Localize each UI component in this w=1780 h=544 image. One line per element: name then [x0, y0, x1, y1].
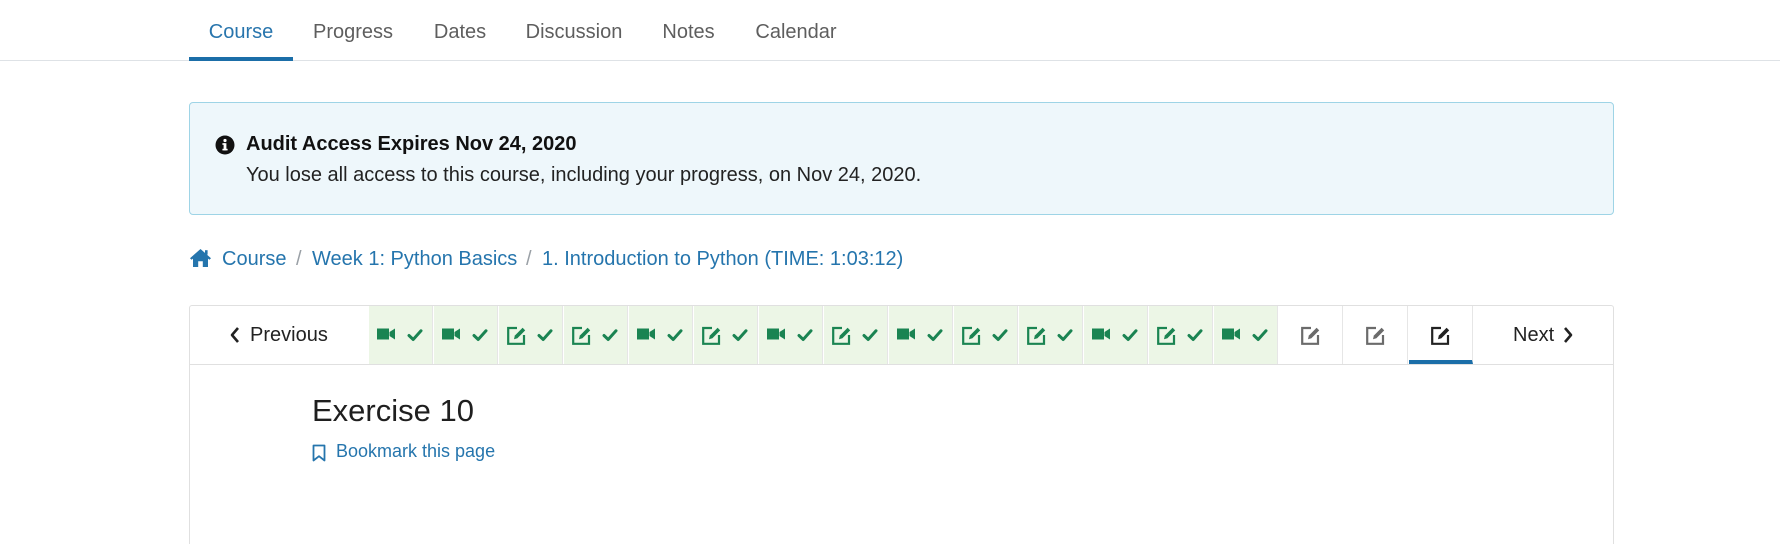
breadcrumb-separator: / [526, 248, 532, 270]
sequence-navigation: Previous Next [189, 305, 1614, 365]
bookmark-label: Bookmark this page [336, 441, 496, 461]
check-icon [667, 329, 683, 341]
edit-icon [1431, 326, 1450, 345]
sequence-unit-video[interactable] [434, 306, 498, 364]
chevron-right-icon [1564, 327, 1573, 343]
check-icon [1187, 329, 1203, 341]
sequence-unit-problem[interactable] [1344, 306, 1408, 364]
edit-icon [507, 326, 526, 345]
previous-button[interactable]: Previous [190, 306, 370, 364]
sequence-unit-problem[interactable] [1279, 306, 1343, 364]
sequence-unit-problem[interactable] [694, 306, 758, 364]
chevron-left-icon [230, 327, 239, 343]
audit-access-alert: Audit Access Expires Nov 24, 2020 You lo… [189, 102, 1614, 215]
sequence-unit-problem[interactable] [1019, 306, 1083, 364]
edit-icon [572, 326, 591, 345]
alert-message: You lose all access to this course, incl… [246, 164, 922, 186]
check-icon [602, 329, 618, 341]
check-icon [537, 329, 553, 341]
sequence-unit-video[interactable] [369, 306, 433, 364]
breadcrumb-week-link[interactable]: Week 1: Python Basics [312, 248, 517, 271]
sequence-unit-video[interactable] [1084, 306, 1148, 364]
tab-discussion[interactable]: Discussion [518, 0, 630, 61]
check-icon [862, 329, 878, 341]
breadcrumb-separator: / [296, 248, 302, 270]
edit-icon [832, 326, 851, 345]
check-icon [472, 329, 488, 341]
video-camera-icon [442, 328, 460, 340]
sequence-unit-problem[interactable] [824, 306, 888, 364]
video-camera-icon [377, 328, 395, 340]
info-circle-icon [215, 135, 235, 155]
check-icon [992, 329, 1008, 341]
edit-icon [962, 326, 981, 345]
edit-icon [1157, 326, 1176, 345]
unit-title: Exercise 10 [312, 393, 474, 428]
check-icon [407, 329, 423, 341]
edit-icon [1027, 326, 1046, 345]
tab-calendar[interactable]: Calendar [750, 0, 842, 61]
bookmark-icon [312, 444, 326, 462]
next-label: Next [1513, 324, 1555, 346]
tab-course[interactable]: Course [189, 0, 293, 61]
check-icon [1122, 329, 1138, 341]
check-icon [1057, 329, 1073, 341]
next-button[interactable]: Next [1473, 306, 1613, 364]
video-camera-icon [1222, 328, 1240, 340]
video-camera-icon [1092, 328, 1110, 340]
sequence-unit-problem[interactable] [499, 306, 563, 364]
tab-notes[interactable]: Notes [655, 0, 722, 61]
video-camera-icon [767, 328, 785, 340]
sequence-unit-video[interactable] [759, 306, 823, 364]
video-camera-icon [897, 328, 915, 340]
edit-icon [1301, 326, 1320, 345]
video-camera-icon [637, 328, 655, 340]
sequence-unit-video[interactable] [889, 306, 953, 364]
edit-icon [702, 326, 721, 345]
tab-dates[interactable]: Dates [425, 0, 495, 61]
sequence-unit-problem[interactable] [564, 306, 628, 364]
sequence-unit-video[interactable] [1214, 306, 1278, 364]
previous-label: Previous [250, 324, 328, 346]
breadcrumb-course-link[interactable]: Course [222, 248, 286, 271]
check-icon [797, 329, 813, 341]
breadcrumb-section-link[interactable]: 1. Introduction to Python (TIME: 1:03:12… [542, 248, 903, 271]
home-icon[interactable] [189, 248, 211, 268]
course-tabs: Course Progress Dates Discussion Notes C… [0, 0, 1780, 61]
sequence-unit-problem[interactable] [954, 306, 1018, 364]
edit-icon [1366, 326, 1385, 345]
check-icon [927, 329, 943, 341]
sequence-unit-video[interactable] [629, 306, 693, 364]
tab-progress[interactable]: Progress [305, 0, 401, 61]
alert-title: Audit Access Expires Nov 24, 2020 [246, 133, 577, 155]
check-icon [732, 329, 748, 341]
sequence-unit-problem[interactable] [1149, 306, 1213, 364]
unit-content: Exercise 10 Bookmark this page [189, 364, 1614, 544]
check-icon [1252, 329, 1268, 341]
sequence-unit-problem[interactable] [1409, 306, 1473, 364]
